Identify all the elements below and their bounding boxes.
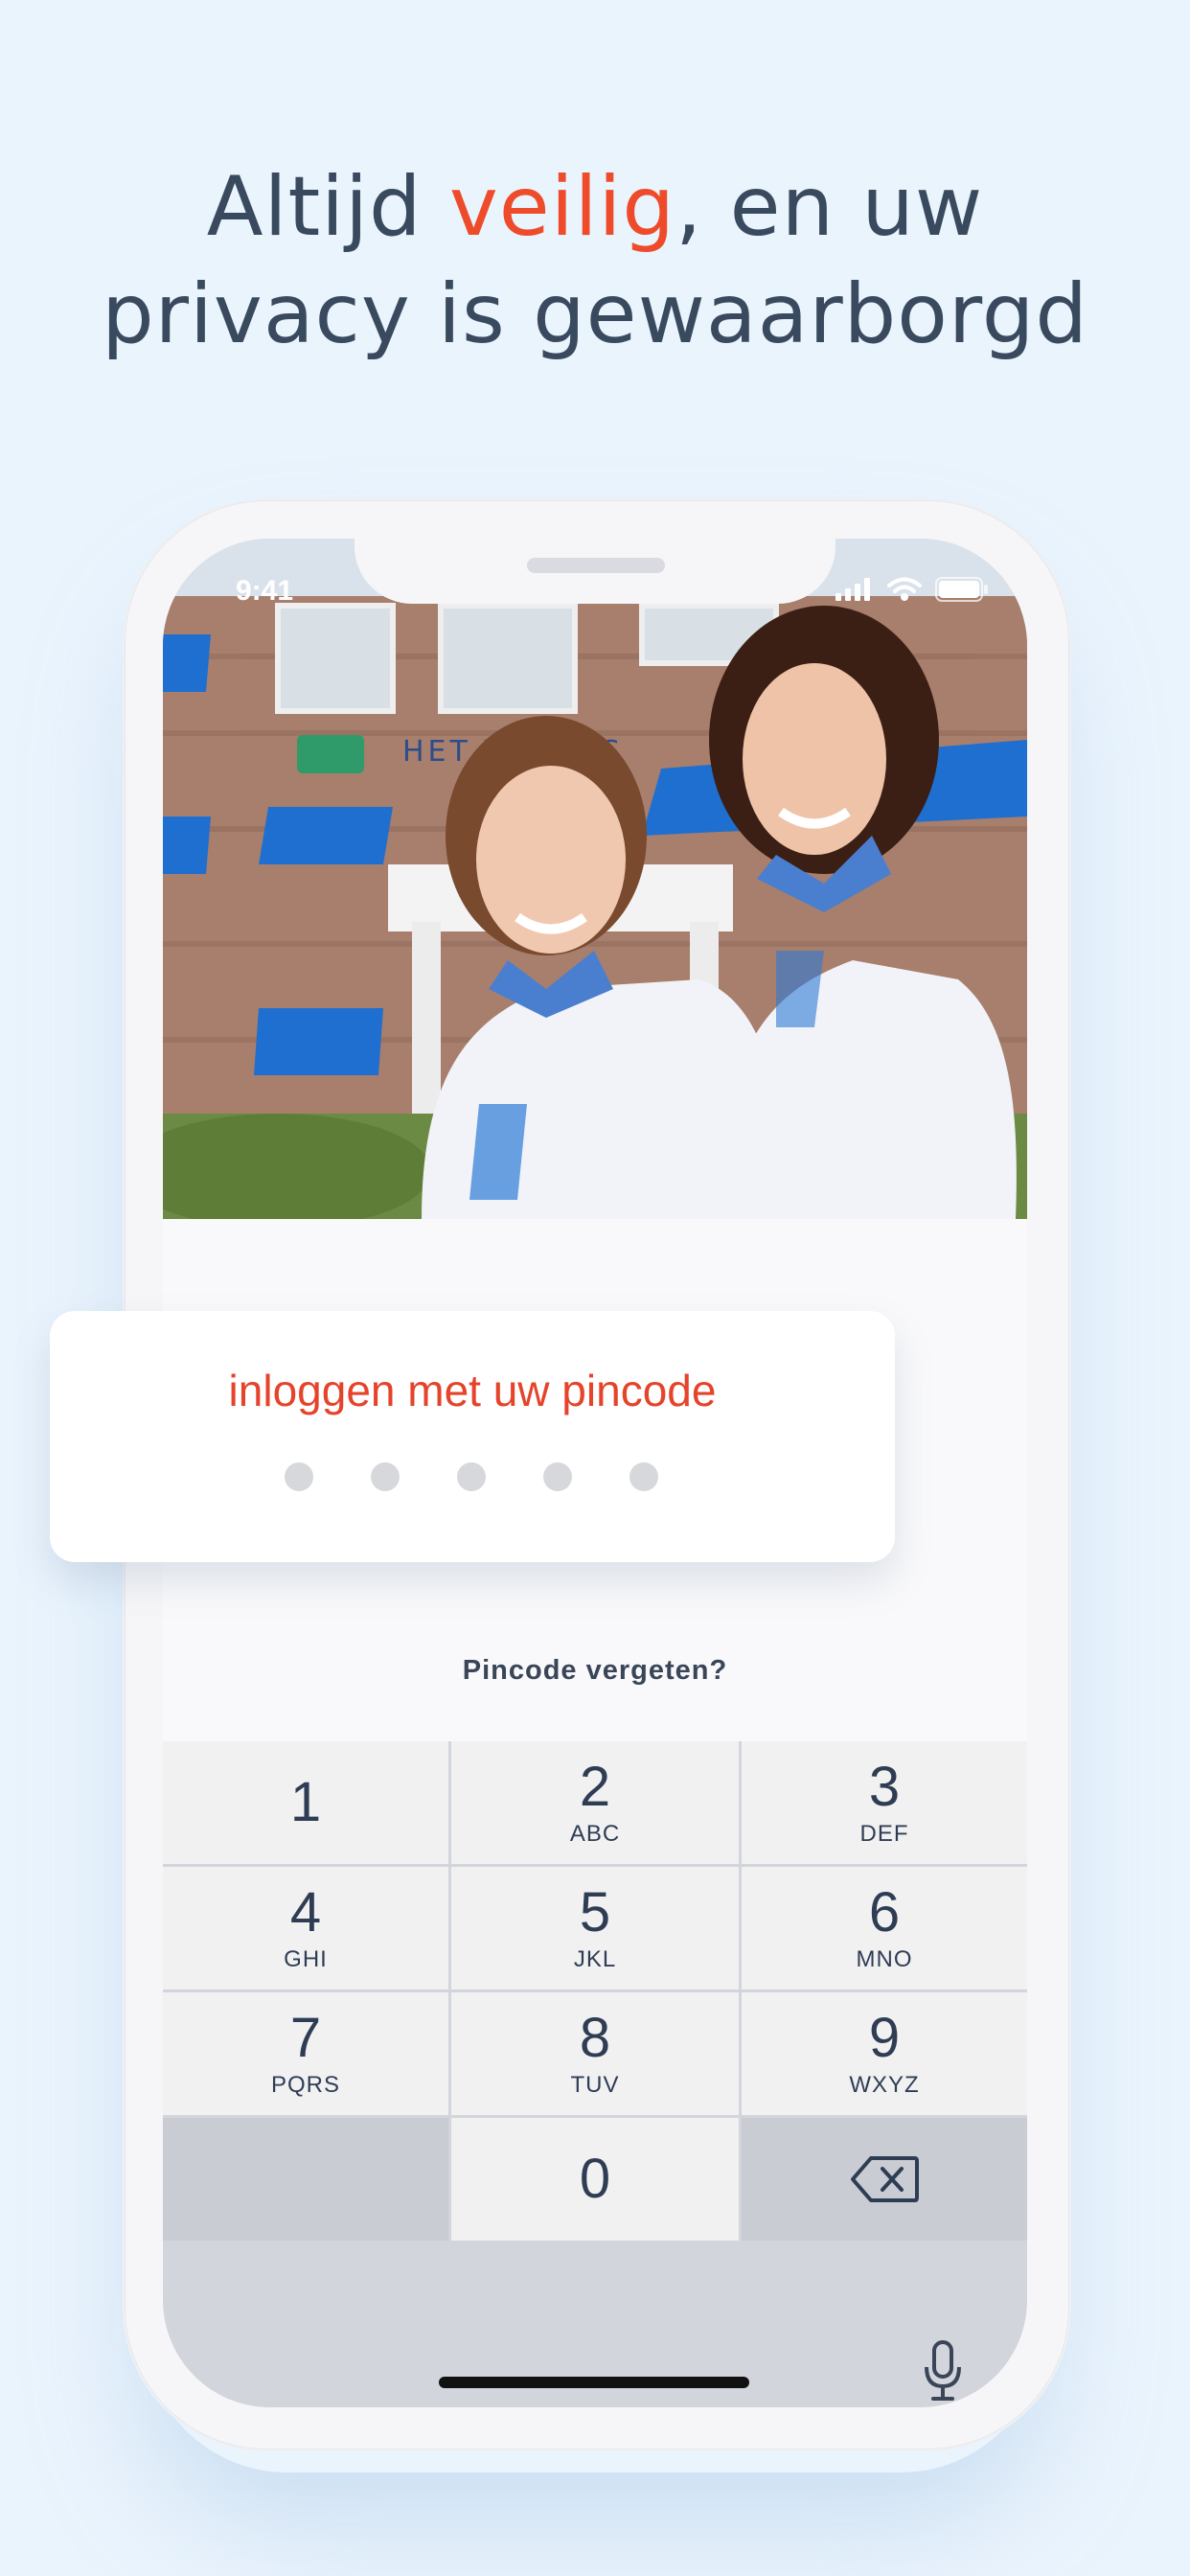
- key-0[interactable]: 0: [451, 2118, 739, 2241]
- hero-photo: HET VOGELS: [163, 539, 1027, 1219]
- home-indicator: [439, 2377, 749, 2388]
- key-3[interactable]: 3 DEF: [742, 1741, 1027, 1864]
- headline-text: , en uw: [675, 159, 984, 255]
- key-digit: 0: [579, 2148, 611, 2210]
- key-7[interactable]: 7 PQRS: [163, 1992, 448, 2115]
- pin-dots: [285, 1462, 658, 1491]
- key-letters: PQRS: [270, 2072, 340, 2098]
- headline-line-1: Altijd veilig, en uw: [0, 153, 1190, 261]
- pin-entry-card: inloggen met uw pincode: [50, 1311, 895, 1562]
- headline-text: Altijd: [206, 159, 449, 255]
- headline-line-2: privacy is gewaarborgd: [102, 266, 1088, 362]
- key-8[interactable]: 8 TUV: [451, 1992, 739, 2115]
- key-digit: 1: [289, 1771, 322, 1833]
- pin-title: inloggen met uw pincode: [228, 1366, 717, 1415]
- wifi-icon: [887, 577, 922, 601]
- key-digit: 6: [868, 1881, 901, 1944]
- signal-icon: [835, 578, 870, 601]
- key-5[interactable]: 5 JKL: [451, 1867, 739, 1990]
- key-blank: [163, 2118, 448, 2241]
- key-letters: ABC: [569, 1821, 621, 1847]
- key-6[interactable]: 6 MNO: [742, 1867, 1027, 1990]
- key-letters: DEF: [859, 1821, 909, 1847]
- key-1[interactable]: 1: [163, 1741, 448, 1864]
- key-digit: 4: [289, 1881, 322, 1944]
- key-letters: GHI: [284, 1946, 328, 1972]
- pin-dot: [371, 1462, 400, 1491]
- key-letters: MNO: [856, 1946, 913, 1972]
- pin-dot: [457, 1462, 486, 1491]
- forgot-pincode-link[interactable]: Pincode vergeten?: [163, 1655, 1027, 1687]
- key-4[interactable]: 4 GHI: [163, 1867, 448, 1990]
- key-digit: 3: [868, 1756, 901, 1818]
- battery-icon: [935, 577, 988, 602]
- backspace-icon: [851, 2156, 919, 2202]
- pin-dot: [285, 1462, 313, 1491]
- key-digit: 2: [579, 1756, 611, 1818]
- key-2[interactable]: 2 ABC: [451, 1741, 739, 1864]
- pin-dot: [543, 1462, 572, 1491]
- key-letters: TUV: [570, 2072, 620, 2098]
- backspace-key[interactable]: [742, 2118, 1027, 2241]
- key-letters: JKL: [573, 1946, 617, 1972]
- key-digit: 8: [579, 2007, 611, 2069]
- key-9[interactable]: 9 WXYZ: [742, 1992, 1027, 2115]
- speaker: [527, 558, 665, 573]
- key-digit: 5: [579, 1881, 611, 1944]
- microphone-icon[interactable]: [924, 2340, 962, 2402]
- numeric-keypad: 1 2 ABC 3 DEF 4 GHI 5 JKL 6 MNO 7 PQRS 8…: [163, 1741, 1027, 2407]
- pin-dot: [629, 1462, 658, 1491]
- key-digit: 7: [289, 2007, 322, 2069]
- hero-photo-illustration: HET VOGELS: [163, 539, 1027, 1219]
- status-time: 9:41: [236, 575, 294, 607]
- key-digit: 9: [868, 2007, 901, 2069]
- status-icons: [835, 577, 989, 602]
- headline: Altijd veilig, en uw privacy is gewaarbo…: [0, 153, 1190, 368]
- headline-accent: veilig: [448, 159, 675, 255]
- key-letters: WXYZ: [849, 2072, 920, 2098]
